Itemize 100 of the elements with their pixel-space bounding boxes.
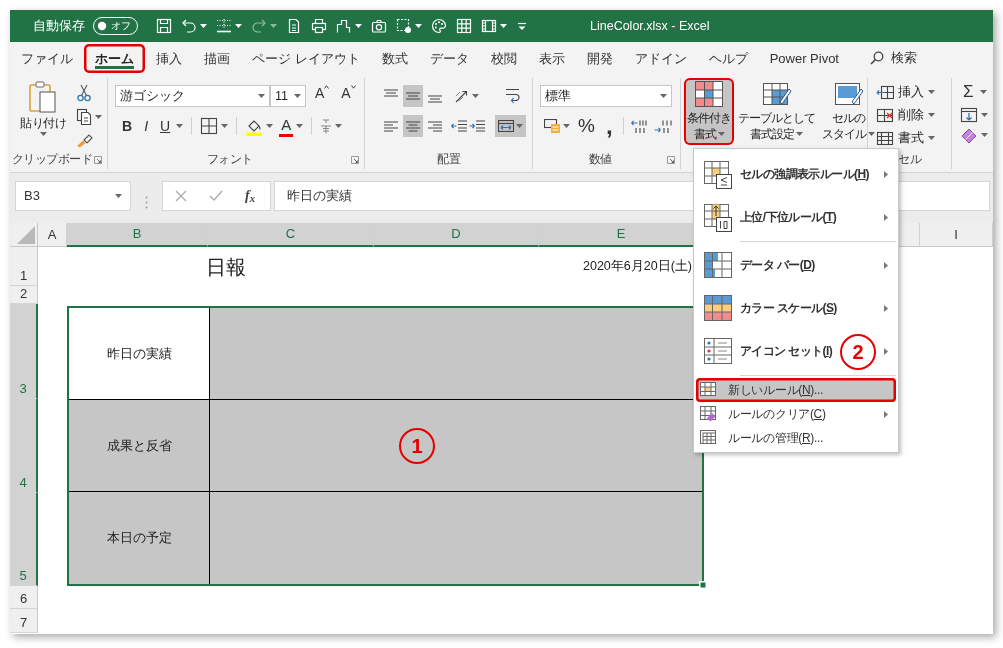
ribbon-tab[interactable]: ホーム [84, 44, 145, 73]
comma-style-button[interactable]: , [602, 115, 616, 137]
dialog-launcher-icon[interactable] [94, 156, 102, 164]
percent-button[interactable]: % [575, 115, 598, 137]
caret-icon[interactable] [335, 124, 343, 128]
menu-item[interactable]: データ バー(D) [696, 244, 896, 287]
step-chart-icon[interactable] [336, 18, 352, 34]
menu-item[interactable]: カラー スケール(S) [696, 287, 896, 330]
ribbon-tab[interactable]: データ [418, 44, 480, 73]
caret-icon[interactable] [355, 24, 362, 28]
caret-icon[interactable] [928, 113, 935, 117]
row-header[interactable]: 1 [10, 247, 38, 286]
ribbon-tab[interactable]: 描画 [193, 44, 241, 73]
caret-icon[interactable] [39, 132, 47, 137]
caret-icon[interactable] [235, 24, 242, 28]
caret-icon[interactable] [115, 194, 122, 198]
number-format-dropdown[interactable]: 標準 [540, 85, 672, 107]
row-label-cell[interactable]: 本日の予定 [69, 492, 210, 584]
accounting-icon[interactable] [544, 119, 560, 133]
caret-icon[interactable] [516, 124, 523, 128]
caret-icon[interactable] [266, 124, 274, 128]
font-size-dropdown[interactable]: 11 [270, 85, 306, 107]
decrease-indent-icon[interactable] [451, 120, 467, 132]
caret-icon[interactable] [928, 90, 935, 94]
camera-icon[interactable] [371, 18, 387, 34]
underline-button[interactable]: U [157, 115, 174, 137]
column-header[interactable]: D [374, 223, 539, 247]
merge-button[interactable] [495, 115, 526, 137]
column-header[interactable]: B [67, 223, 208, 247]
column-header[interactable]: A [38, 223, 67, 247]
column-header[interactable]: C [208, 223, 374, 247]
grow-font-button[interactable]: A [312, 85, 333, 107]
grid-icon[interactable] [456, 18, 472, 34]
scissors-icon[interactable] [76, 84, 92, 102]
name-box[interactable]: B3 [15, 181, 131, 211]
caret-icon[interactable] [415, 24, 422, 28]
caret-icon[interactable] [200, 24, 207, 28]
orientation-icon[interactable] [455, 89, 469, 103]
row-label-cell[interactable]: 昨日の実績 [69, 308, 210, 400]
caret-icon[interactable] [981, 133, 988, 137]
caret-icon[interactable] [294, 94, 301, 98]
search-button[interactable]: 検索 [870, 42, 917, 73]
ribbon-tab[interactable]: 開発 [575, 44, 624, 73]
italic-button[interactable]: I [141, 115, 151, 137]
caret-icon[interactable] [660, 94, 667, 98]
save-icon[interactable] [156, 18, 172, 34]
bold-button[interactable]: B [119, 115, 136, 137]
decrease-decimal-icon[interactable] [653, 119, 672, 133]
dialog-launcher-icon[interactable] [667, 156, 675, 164]
style-button[interactable]: テーブルとして 書式設定 [735, 78, 818, 146]
ribbon-tab[interactable]: 数式 [370, 44, 419, 73]
shrink-font-button[interactable]: A [338, 85, 359, 107]
fill-down-icon[interactable] [960, 107, 978, 123]
row-label-cell[interactable]: 成果と反省 [69, 400, 210, 492]
printer-icon[interactable] [311, 18, 327, 34]
wrap-text-icon[interactable] [505, 88, 521, 104]
palette-icon[interactable] [431, 18, 447, 34]
insert-function-button[interactable]: f$_{x}$ [245, 187, 255, 205]
selection-icon[interactable] [396, 18, 412, 34]
caret-icon[interactable] [563, 124, 570, 128]
ribbon-tab[interactable]: Power Pivot [758, 44, 850, 73]
caret-icon[interactable] [979, 90, 987, 94]
paste-button[interactable]: 貼り付け [18, 78, 68, 151]
row-header[interactable]: 3 [10, 304, 38, 399]
caret-icon[interactable] [981, 113, 988, 117]
ribbon-tab[interactable]: 挿入 [145, 44, 193, 73]
sum-button[interactable]: Σ [960, 81, 977, 103]
row-header[interactable]: 6 [10, 586, 38, 609]
menu-item[interactable]: 新しいルール(N)... [696, 378, 896, 402]
caret-icon[interactable] [928, 136, 935, 140]
ribbon-tab[interactable]: 校閲 [479, 44, 528, 73]
caret-icon[interactable] [472, 94, 479, 98]
style-button[interactable]: 条件付き 書式 [684, 78, 734, 146]
row-header[interactable]: 5 [10, 493, 38, 586]
ribbon-tab[interactable]: アドイン [623, 44, 698, 73]
caret-icon[interactable] [176, 124, 184, 128]
ribbon-tab[interactable]: ヘルプ [697, 44, 759, 73]
row-header[interactable]: 2 [10, 286, 38, 304]
value-cell[interactable] [210, 492, 702, 584]
dialog-launcher-icon[interactable] [351, 156, 359, 164]
phonetic-guide-icon[interactable] [320, 118, 333, 134]
film-strip-icon[interactable] [481, 18, 497, 34]
customize-icon[interactable] [516, 20, 528, 32]
dotted-border-icon[interactable] [216, 18, 232, 34]
eraser-icon[interactable] [960, 127, 978, 143]
caret-icon[interactable] [296, 124, 304, 128]
caret-icon[interactable] [95, 115, 102, 119]
row-header[interactable]: 7 [10, 609, 38, 633]
ribbon-tab[interactable]: ページ レイアウト [241, 44, 371, 73]
undo-icon[interactable] [181, 18, 197, 34]
caret-icon[interactable] [258, 94, 265, 98]
ribbon-tab[interactable]: 表示 [527, 44, 576, 73]
caret-icon[interactable] [796, 132, 803, 137]
format-painter-icon[interactable] [76, 132, 94, 148]
column-header[interactable]: I [920, 223, 993, 247]
borders-icon[interactable] [200, 117, 219, 135]
caret-icon[interactable] [500, 24, 507, 28]
increase-decimal-icon[interactable] [630, 119, 649, 133]
increase-indent-icon[interactable] [469, 120, 485, 132]
enter-check-icon[interactable] [209, 190, 223, 202]
